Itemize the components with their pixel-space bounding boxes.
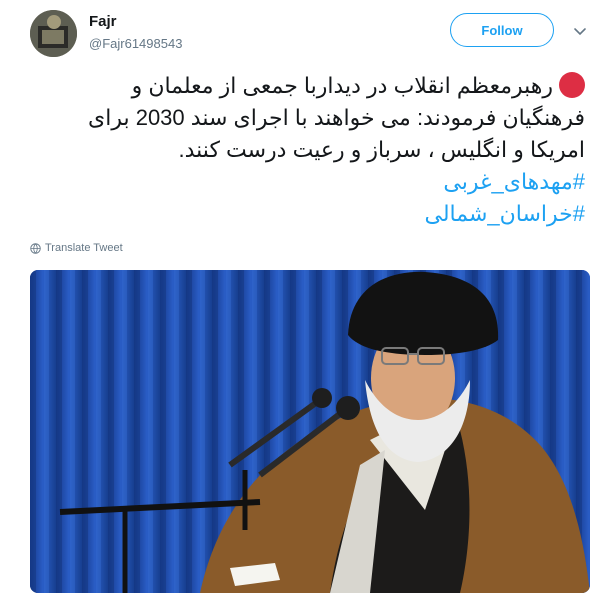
author-handle[interactable]: @Fajr61498543 <box>89 36 182 51</box>
chevron-down-icon[interactable] <box>572 24 588 40</box>
follow-button[interactable]: Follow <box>450 13 554 47</box>
tweet-line-2: فرهنگیان فرمودند: می خواهند با اجرای سند… <box>87 105 585 130</box>
translate-label: Translate Tweet <box>45 242 123 254</box>
tweet-line-1: رهبرمعظم انقلاب در دیداربا جمعی از معلما… <box>40 70 585 102</box>
tweet-card: Fajr @Fajr61498543 Follow رهبرمعظم انقلا… <box>0 0 607 602</box>
hashtag-link[interactable]: #خراسان_شمالی <box>40 198 585 230</box>
hashtag-link[interactable]: #مهدهای_غربی <box>40 166 585 198</box>
photo-illustration <box>30 270 590 593</box>
translate-tweet-link[interactable]: Translate Tweet <box>30 242 123 254</box>
author-name[interactable]: Fajr <box>89 13 117 30</box>
tweet-text: رهبرمعظم انقلاب در دیداربا جمعی از معلما… <box>40 70 585 230</box>
globe-icon <box>30 242 41 254</box>
red-circle-icon <box>559 72 585 98</box>
tweet-media-image[interactable] <box>30 270 590 593</box>
avatar[interactable] <box>30 10 77 57</box>
tweet-line-3: امریکا و انگلیس ، سرباز و رعیت درست کنند… <box>178 137 586 162</box>
